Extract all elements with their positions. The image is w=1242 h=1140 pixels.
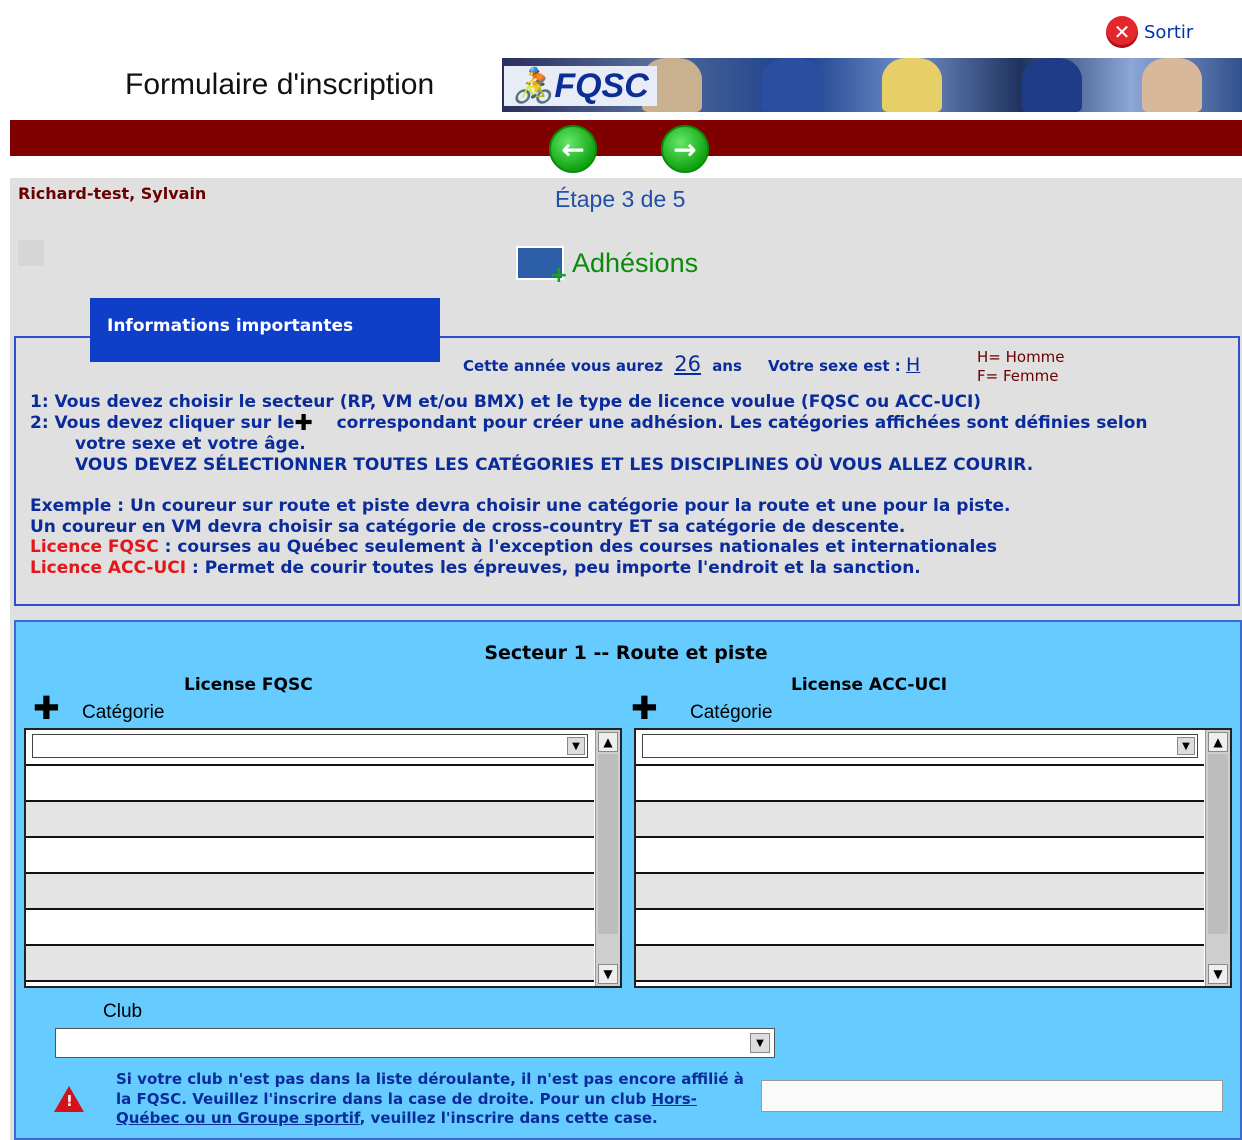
category-label: Catégorie <box>82 702 165 723</box>
sex-prefix: Votre sexe est : <box>768 357 901 375</box>
cyclist-image <box>1022 58 1082 112</box>
instruction-line: Un coureur en VM devra choisir sa catégo… <box>30 516 906 537</box>
section-heading: Adhésions <box>516 246 699 288</box>
club-other-input[interactable] <box>761 1080 1223 1112</box>
add-acc-membership-button[interactable]: ✚ <box>631 692 658 724</box>
instructions: 1: Vous devez choisir le secteur (RP, VM… <box>30 392 1230 579</box>
list-item[interactable] <box>26 838 594 874</box>
header-banner: 🚴FQSC <box>502 58 1242 112</box>
arrow-left-icon: ← <box>561 132 585 166</box>
next-step-button[interactable]: → <box>661 125 709 173</box>
scroll-down-icon[interactable]: ▼ <box>598 964 618 984</box>
cyclist-image <box>1142 58 1202 112</box>
list-item[interactable] <box>636 802 1204 838</box>
legend-homme: H= Homme <box>977 348 1065 366</box>
age-sex-line: Cette année vous aurez 26 ans Votre sexe… <box>463 352 920 376</box>
licence-acc-text: : Permet de courir toutes les épreuves, … <box>186 557 921 578</box>
nav-bar <box>10 120 1242 156</box>
age-value: 26 <box>674 352 701 376</box>
fqsc-category-list[interactable]: ▼ ▲ ▼ <box>24 728 622 988</box>
list-item[interactable] <box>636 910 1204 946</box>
scroll-thumb[interactable] <box>1208 754 1228 934</box>
category-label: Catégorie <box>690 702 773 723</box>
license-acc-title: License ACC-UCI <box>791 675 948 695</box>
arrow-right-icon: → <box>673 132 697 166</box>
membership-card-icon <box>516 246 568 288</box>
list-item[interactable] <box>26 874 594 910</box>
list-item: ▼ <box>26 730 594 766</box>
list-item[interactable] <box>636 766 1204 802</box>
list-item: ▼ <box>636 730 1204 766</box>
list-item[interactable] <box>636 838 1204 874</box>
licence-acc-label: Licence ACC-UCI <box>30 557 187 578</box>
sex-legend: H= Homme F= Femme <box>977 348 1065 386</box>
chevron-down-icon[interactable]: ▼ <box>1177 737 1195 755</box>
section-title: Adhésions <box>572 247 699 278</box>
club-note: Si votre club n'est pas dans la liste dé… <box>116 1070 756 1129</box>
add-fqsc-membership-button[interactable]: ✚ <box>33 692 60 724</box>
list-item[interactable] <box>26 910 594 946</box>
step-indicator: Étape 3 de 5 <box>555 186 686 212</box>
close-icon: ✕ <box>1106 16 1138 48</box>
age-prefix: Cette année vous aurez <box>463 357 663 375</box>
logout-button[interactable]: ✕ Sortir <box>1106 16 1193 48</box>
scroll-up-icon[interactable]: ▲ <box>598 732 618 752</box>
plus-icon: ✚ <box>294 410 313 436</box>
scrollbar[interactable]: ▲ ▼ <box>595 730 620 986</box>
list-item[interactable] <box>26 802 594 838</box>
info-tab-title: Informations importantes <box>90 298 440 362</box>
cyclist-image <box>762 58 822 112</box>
warning-icon <box>54 1086 84 1112</box>
page-title: Formulaire d'inscription <box>125 68 435 101</box>
licence-fqsc-label: Licence FQSC <box>30 537 159 558</box>
sex-value: H <box>906 354 921 376</box>
scroll-thumb[interactable] <box>598 754 618 934</box>
licence-acc-line: Licence ACC-UCI : Permet de courir toute… <box>30 558 1230 579</box>
scroll-down-icon[interactable]: ▼ <box>1208 964 1228 984</box>
scrollbar[interactable]: ▲ ▼ <box>1205 730 1230 986</box>
acc-category-list[interactable]: ▼ ▲ ▼ <box>634 728 1232 988</box>
scroll-up-icon[interactable]: ▲ <box>1208 732 1228 752</box>
chevron-down-icon[interactable]: ▼ <box>567 737 585 755</box>
club-label: Club <box>103 1001 143 1022</box>
club-note-text: Si votre club n'est pas dans la liste dé… <box>116 1070 744 1108</box>
instruction-line: votre sexe et votre âge. <box>75 434 306 455</box>
list-item[interactable] <box>26 766 594 802</box>
instruction-line: 2: Vous devez cliquer sur le✚ correspond… <box>30 410 1230 436</box>
licence-fqsc-text: : courses au Québec seulement à l'except… <box>158 537 998 558</box>
age-suffix: ans <box>712 357 742 375</box>
instruction-line: VOUS DEVEZ SÉLECTIONNER TOUTES LES CATÉG… <box>75 455 1034 476</box>
license-fqsc-title: License FQSC <box>184 675 313 695</box>
legend-femme: F= Femme <box>977 367 1059 385</box>
instruction-line: Exemple : Un coureur sur route et piste … <box>30 495 1011 516</box>
fqsc-category-select[interactable]: ▼ <box>32 734 588 758</box>
club-select[interactable]: ▼ <box>55 1028 775 1058</box>
user-name: Richard-test, Sylvain <box>18 184 207 203</box>
plus-icon: ✚ <box>33 689 60 727</box>
instruction-text: correspondant pour créer une adhésion. L… <box>336 412 1148 433</box>
previous-step-button[interactable]: ← <box>549 125 597 173</box>
club-note-text: , veuillez l'inscrire dans cette case. <box>359 1109 658 1127</box>
plus-icon: ✚ <box>631 689 658 727</box>
list-item[interactable] <box>26 946 594 982</box>
sector-title: Secteur 1 -- Route et piste <box>484 642 768 664</box>
chevron-down-icon[interactable]: ▼ <box>750 1033 770 1053</box>
cyclist-image <box>882 58 942 112</box>
fqsc-logo: 🚴FQSC <box>504 66 657 106</box>
list-item[interactable] <box>636 946 1204 982</box>
instruction-text: 2: Vous devez cliquer sur le <box>30 412 295 433</box>
instruction-line: 1: Vous devez choisir le secteur (RP, VM… <box>30 392 982 412</box>
acc-category-select[interactable]: ▼ <box>642 734 1198 758</box>
licence-fqsc-line: Licence FQSC : courses au Québec seuleme… <box>30 537 1230 558</box>
placeholder-box <box>18 240 44 266</box>
logout-label: Sortir <box>1144 21 1194 43</box>
list-item[interactable] <box>636 874 1204 910</box>
